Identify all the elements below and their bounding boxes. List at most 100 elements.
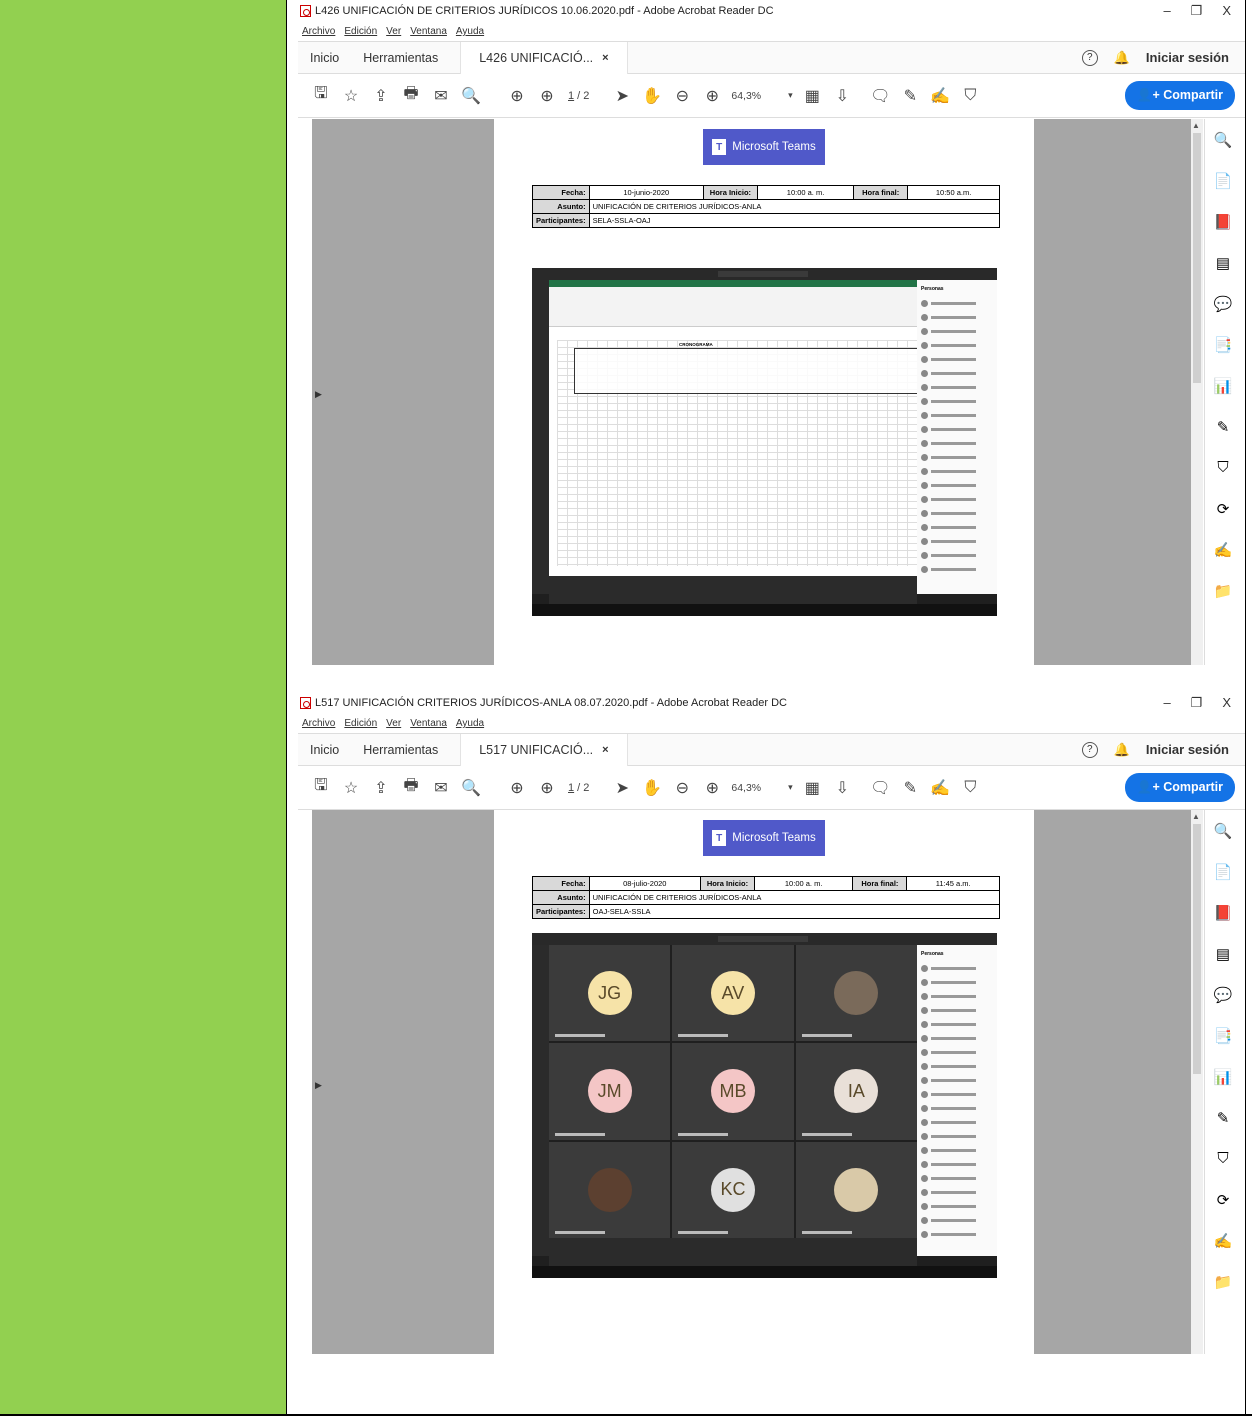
restore-icon[interactable]: ❐ (1191, 695, 1203, 711)
tool-rail-icon[interactable]: ⟳ (1213, 500, 1233, 520)
share-button[interactable]: 👤+ Compartir (1124, 81, 1235, 110)
tool-rail-icon[interactable]: ▤ (1213, 254, 1233, 274)
zoom-select[interactable]: 64,3% (731, 90, 779, 102)
signin-link[interactable]: Iniciar sesión (1146, 50, 1229, 65)
tool-rail-icon[interactable]: ⛉ (1213, 1150, 1233, 1170)
scroll-up-icon[interactable]: ▲ (1192, 121, 1200, 130)
mail-icon[interactable]: ✉ (426, 86, 456, 106)
menu-item[interactable]: Archivo (302, 26, 335, 37)
tab-close-icon[interactable]: × (602, 744, 608, 756)
search-icon[interactable]: 🔍 (456, 86, 486, 106)
mail-icon[interactable]: ✉ (426, 778, 456, 798)
tab-close-icon[interactable]: × (602, 52, 608, 64)
tool-rail-icon[interactable]: 📕 (1213, 904, 1233, 924)
tool-rail-icon[interactable]: 📕 (1213, 213, 1233, 233)
scroll-up-icon[interactable]: ▲ (1192, 812, 1200, 821)
stamp-icon[interactable]: ⛉ (955, 87, 985, 105)
fit-page-icon[interactable]: ▦ (797, 778, 827, 798)
bell-icon[interactable]: 🔔 (1114, 742, 1130, 758)
pen-icon[interactable]: ✎ (895, 86, 925, 106)
print-icon[interactable]: 🖶 (396, 774, 426, 801)
sign-icon[interactable]: ✍ (925, 778, 955, 798)
prev-page-icon[interactable]: ⊕ (502, 86, 532, 106)
scrollbar-thumb[interactable] (1193, 133, 1201, 383)
scroll-mode-icon[interactable]: ⇩ (827, 778, 857, 798)
bell-icon[interactable]: 🔔 (1114, 50, 1130, 66)
next-page-icon[interactable]: ⊕ (532, 778, 562, 798)
scroll-mode-icon[interactable]: ⇩ (827, 86, 857, 106)
hand-icon[interactable]: ✋ (637, 778, 667, 798)
upload-icon[interactable]: ⇪ (366, 778, 396, 798)
tool-rail-icon[interactable]: 📊 (1213, 377, 1233, 397)
tool-rail-icon[interactable]: 📁 (1213, 1273, 1233, 1293)
menu-item[interactable]: Edición (344, 718, 377, 729)
zoom-out-icon[interactable]: ⊖ (667, 778, 697, 798)
tool-rail-icon[interactable]: ✎ (1213, 1109, 1233, 1129)
menu-item[interactable]: Ventana (410, 718, 447, 729)
menu-item[interactable]: Edición (344, 26, 377, 37)
tool-rail-icon[interactable]: 💬 (1213, 295, 1233, 315)
tab-herramientas[interactable]: Herramientas (351, 42, 450, 74)
help-icon[interactable]: ? (1081, 741, 1098, 758)
vertical-scrollbar[interactable]: ▲ (1191, 810, 1203, 1354)
menu-item[interactable]: Ventana (410, 26, 447, 37)
page-current[interactable]: 1 (568, 90, 574, 102)
share-button[interactable]: 👤+ Compartir (1124, 773, 1235, 802)
tool-rail-icon[interactable]: ✍ (1213, 541, 1233, 561)
tool-rail-icon[interactable]: ⟳ (1213, 1191, 1233, 1211)
tool-rail-icon[interactable]: 📑 (1213, 1027, 1233, 1047)
pen-icon[interactable]: ✎ (895, 778, 925, 798)
tool-rail-icon[interactable]: 📑 (1213, 336, 1233, 356)
menu-item[interactable]: Ver (386, 26, 401, 37)
menu-item[interactable]: Ayuda (456, 26, 484, 37)
zoom-out-icon[interactable]: ⊖ (667, 86, 697, 106)
tool-rail-icon[interactable]: 📄 (1213, 172, 1233, 192)
prev-page-icon[interactable]: ⊕ (502, 778, 532, 798)
tool-rail-icon[interactable]: 💬 (1213, 986, 1233, 1006)
save-icon[interactable]: 🖫 (306, 82, 336, 109)
tool-rail-icon[interactable]: ✎ (1213, 418, 1233, 438)
minimize-icon[interactable]: – (1163, 3, 1170, 19)
chevron-down-icon[interactable]: ▾ (783, 90, 797, 101)
close-icon[interactable]: X (1222, 3, 1231, 19)
scrollbar-thumb[interactable] (1193, 824, 1201, 1074)
left-panel-toggle-icon[interactable]: ▶ (315, 1080, 322, 1091)
left-panel-toggle-icon[interactable]: ▶ (315, 389, 322, 400)
menu-item[interactable]: Archivo (302, 718, 335, 729)
tab-document[interactable]: L517 UNIFICACIÓ... × (460, 733, 628, 766)
zoom-select[interactable]: 64,3% (731, 782, 779, 794)
upload-icon[interactable]: ⇪ (366, 86, 396, 106)
tool-rail-icon[interactable]: 📊 (1213, 1068, 1233, 1088)
star-icon[interactable]: ☆ (336, 86, 366, 106)
stamp-icon[interactable]: ⛉ (955, 779, 985, 797)
zoom-in-icon[interactable]: ⊕ (697, 778, 727, 798)
tool-rail-icon[interactable]: ▤ (1213, 945, 1233, 965)
minimize-icon[interactable]: – (1163, 695, 1170, 711)
tool-rail-icon[interactable]: 📄 (1213, 863, 1233, 883)
select-cursor-icon[interactable]: ➤ (607, 778, 637, 798)
tool-rail-icon[interactable]: 🔍 (1213, 822, 1233, 842)
tab-inicio[interactable]: Inicio (298, 734, 351, 766)
tab-herramientas[interactable]: Herramientas (351, 734, 450, 766)
chevron-down-icon[interactable]: ▾ (783, 782, 797, 793)
signin-link[interactable]: Iniciar sesión (1146, 742, 1229, 757)
comment-icon[interactable]: 🗨 (865, 86, 895, 106)
select-cursor-icon[interactable]: ➤ (607, 86, 637, 106)
star-icon[interactable]: ☆ (336, 778, 366, 798)
tab-document[interactable]: L426 UNIFICACIÓ... × (460, 41, 628, 74)
fit-page-icon[interactable]: ▦ (797, 86, 827, 106)
page-current[interactable]: 1 (568, 782, 574, 794)
tool-rail-icon[interactable]: ✍ (1213, 1232, 1233, 1252)
tool-rail-icon[interactable]: ⛉ (1213, 459, 1233, 479)
close-icon[interactable]: X (1222, 695, 1231, 711)
save-icon[interactable]: 🖫 (306, 774, 336, 801)
search-icon[interactable]: 🔍 (456, 778, 486, 798)
zoom-in-icon[interactable]: ⊕ (697, 86, 727, 106)
sign-icon[interactable]: ✍ (925, 86, 955, 106)
vertical-scrollbar[interactable]: ▲ (1191, 119, 1203, 665)
restore-icon[interactable]: ❐ (1191, 3, 1203, 19)
print-icon[interactable]: 🖶 (396, 82, 426, 109)
comment-icon[interactable]: 🗨 (865, 778, 895, 798)
help-icon[interactable]: ? (1081, 49, 1098, 66)
menu-item[interactable]: Ver (386, 718, 401, 729)
